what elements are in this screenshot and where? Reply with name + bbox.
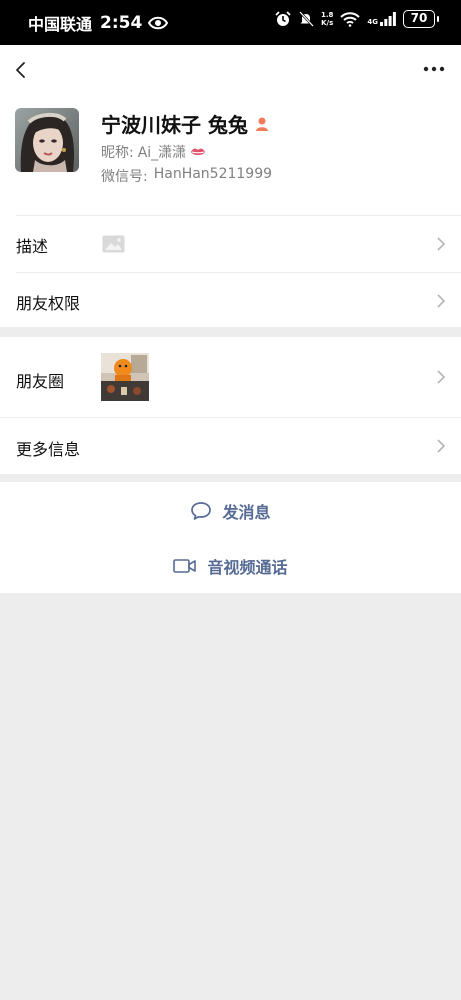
chat-bubble-icon [191,502,212,520]
net-speed-value: 1.8 [320,11,334,19]
female-person-icon [255,117,268,131]
nickname-label: 昵称: [101,145,134,161]
send-message-button[interactable]: 发消息 [0,499,461,523]
video-call-button[interactable]: 音视频通话 [0,554,461,578]
signal-icon: 4G [367,12,396,26]
friend-permissions-label: 朋友权限 [16,294,81,313]
wechat-id-value[interactable]: HanHan5211999 [154,166,272,186]
nickname-value: Ai_潇潇 [137,145,187,161]
chevron-right-icon [437,439,446,453]
status-right: 1.8 K/s 4G 70 [275,10,439,28]
wifi-icon [340,12,361,27]
alarm-icon [275,11,291,26]
video-camera-icon [173,559,197,573]
network-type: 4G [367,18,378,26]
avatar[interactable] [15,108,79,172]
chevron-left-icon[interactable] [10,58,34,82]
status-left: 中国联通 2:54 [28,11,169,35]
profile-name: 宁波川妹子 兔兔 [101,109,270,138]
eye-icon [148,16,169,30]
moments-thumbnail[interactable] [101,353,149,401]
status-bar: 中国联通 2:54 1.8 K/s 4G 70 [0,0,461,45]
chevron-right-icon [437,370,446,384]
lips-icon [191,148,206,155]
chevron-right-icon [437,294,446,308]
chevron-right-icon [437,237,446,251]
description-label: 描述 [16,237,49,256]
more-dots-icon[interactable] [421,59,447,79]
mute-icon [299,11,314,27]
net-speed-unit: K/s [321,19,334,27]
wechat-id-label: 微信号: [101,169,148,185]
more-info-row[interactable]: 更多信息 [0,418,461,474]
action-panel: 发消息 音视频通话 [0,482,461,593]
image-placeholder-icon [102,235,125,253]
profile-name-text: 宁波川妹子 兔兔 [101,113,248,137]
video-call-label: 音视频通话 [207,558,288,577]
wechat-id-row: 微信号: HanHan5211999 [101,166,272,186]
battery-level: 70 [410,11,428,25]
carrier-label: 中国联通 [28,15,93,34]
battery-icon: 70 [403,10,439,28]
description-row[interactable]: 描述 [0,216,461,272]
friend-permissions-row[interactable]: 朋友权限 [0,273,461,328]
moments-row[interactable]: 朋友圈 [0,337,461,417]
nickname-row: 昵称: Ai_潇潇 [101,142,206,162]
clock: 2:54 [100,13,143,33]
more-info-label: 更多信息 [16,440,81,459]
send-message-label: 发消息 [222,503,271,522]
moments-label: 朋友圈 [16,372,65,391]
profile-header: 宁波川妹子 兔兔 昵称: Ai_潇潇 微信号: HanHan5211999 描述 [0,45,461,327]
net-speed: 1.8 K/s [321,11,333,27]
